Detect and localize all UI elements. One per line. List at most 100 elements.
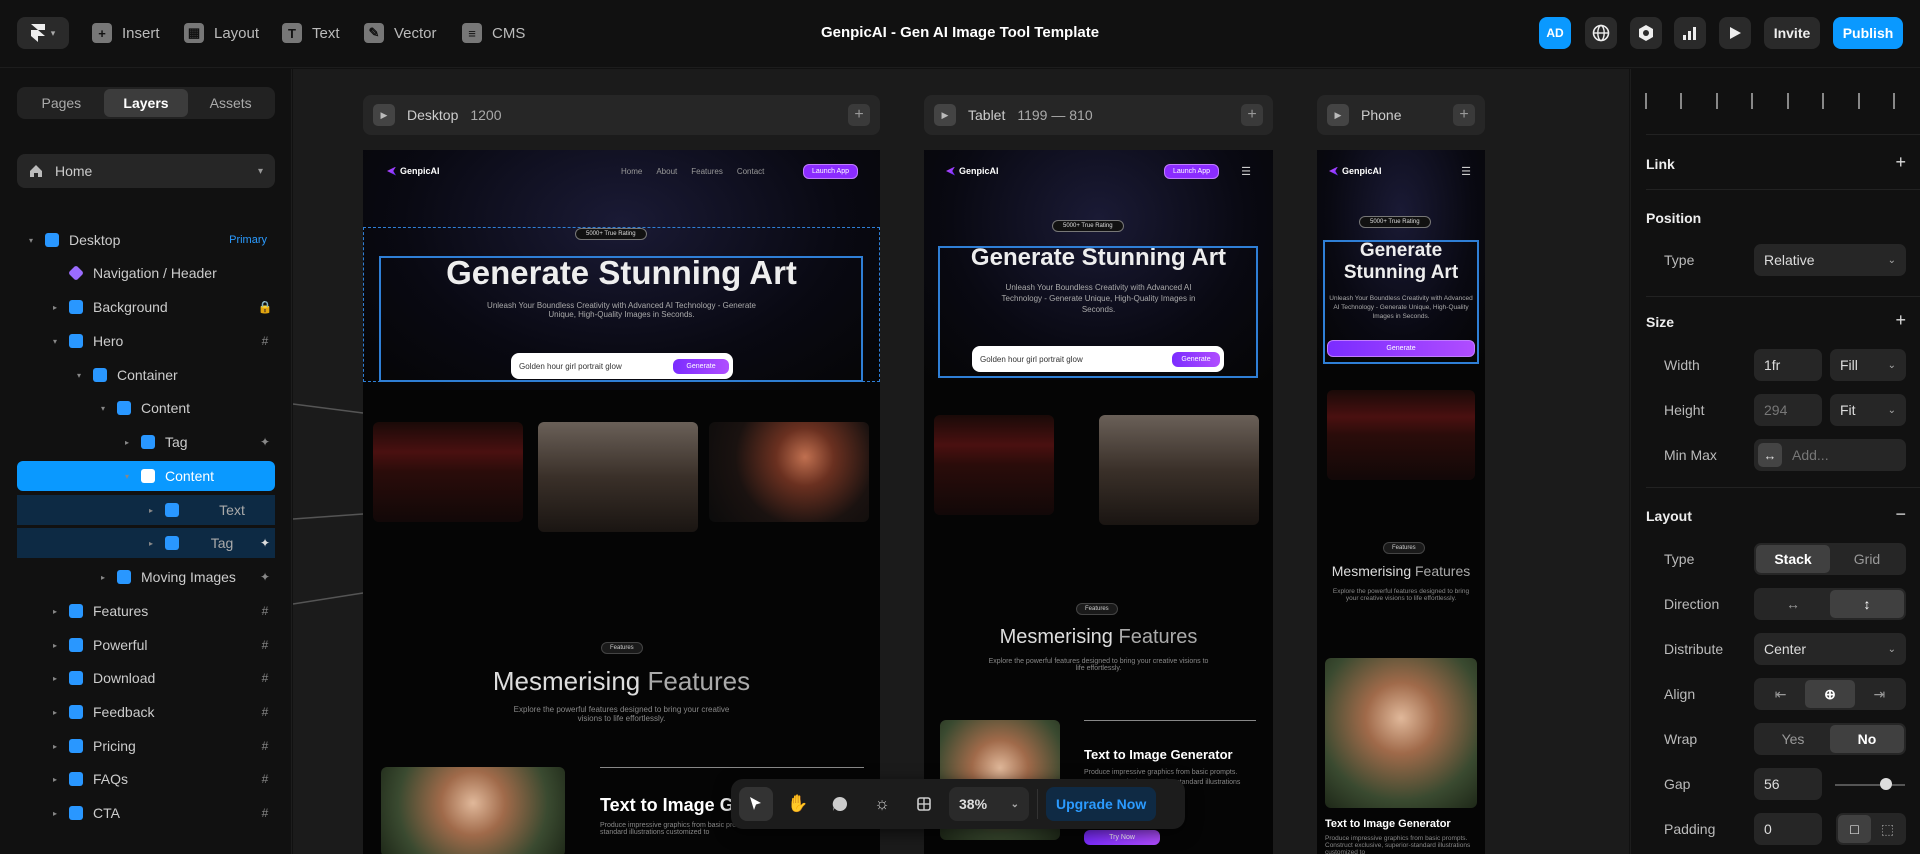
nav-link[interactable]: Home: [621, 167, 642, 176]
zoom-dropdown[interactable]: 38% ⌄: [949, 787, 1029, 821]
nav-link[interactable]: Features: [691, 167, 723, 176]
tab-pages[interactable]: Pages: [19, 89, 104, 117]
layer-row[interactable]: ▾ Desktop Primary: [17, 225, 275, 255]
layer-row[interactable]: ▸ Pricing #: [17, 731, 275, 761]
collapse-layout-icon[interactable]: −: [1895, 504, 1906, 525]
page-selector[interactable]: Home ▾: [17, 154, 275, 188]
layer-row[interactable]: ▸ Powerful #: [17, 630, 275, 660]
align-center-icon[interactable]: ⊕: [1805, 680, 1855, 708]
select-tool-icon[interactable]: [739, 787, 773, 821]
layer-row[interactable]: ▸ Features #: [17, 596, 275, 626]
upgrade-button[interactable]: Upgrade Now: [1046, 787, 1157, 821]
layer-caret-icon[interactable]: ▸: [97, 573, 109, 582]
layer-caret-icon[interactable]: ▾: [121, 472, 133, 481]
layer-row[interactable]: ▸ Background 🔒: [17, 292, 275, 322]
tab-layers[interactable]: Layers: [103, 89, 189, 117]
add-breakpoint-icon[interactable]: +: [1453, 104, 1475, 126]
minmax-input[interactable]: ↔ Add...: [1754, 439, 1906, 471]
play-icon[interactable]: ▶: [1327, 104, 1349, 126]
wrap-no-option[interactable]: No: [1830, 725, 1904, 753]
layer-row[interactable]: ▸ Feedback #: [17, 697, 275, 727]
add-size-icon[interactable]: +: [1895, 310, 1906, 331]
settings-icon[interactable]: [1630, 17, 1662, 49]
align-start-icon[interactable]: ⇤: [1756, 680, 1805, 708]
comment-icon[interactable]: [823, 787, 857, 821]
distribute-v-icon[interactable]: [1892, 93, 1907, 109]
layer-row[interactable]: ▸ FAQs #: [17, 764, 275, 794]
user-avatar[interactable]: AD: [1539, 17, 1571, 49]
layer-caret-icon[interactable]: ▾: [49, 337, 61, 346]
layer-caret-icon[interactable]: ▾: [97, 404, 109, 413]
layer-caret-icon[interactable]: ▾: [73, 371, 85, 380]
hash-icon[interactable]: #: [255, 638, 275, 652]
frame-header-desktop[interactable]: ▶ Desktop 1200 +: [363, 95, 880, 135]
hash-icon[interactable]: #: [255, 806, 275, 820]
layer-row[interactable]: ▾ Hero #: [17, 326, 275, 356]
height-mode-select[interactable]: Fit ⌄: [1830, 394, 1906, 426]
tablet-frame[interactable]: GenpicAI Launch App ☰ 5000+ True Rating …: [924, 150, 1273, 854]
sparkle-icon[interactable]: ✦: [255, 435, 275, 449]
distribute-select[interactable]: Center ⌄: [1754, 633, 1906, 665]
layer-caret-icon[interactable]: ▸: [49, 607, 61, 616]
padding-uniform-icon[interactable]: □: [1838, 815, 1871, 843]
layer-caret-icon[interactable]: ▸: [49, 742, 61, 751]
align-right-icon[interactable]: [1715, 93, 1730, 109]
frame-header-phone[interactable]: ▶ Phone +: [1317, 95, 1485, 135]
sparkle-icon[interactable]: ✦: [255, 536, 275, 550]
layer-caret-icon[interactable]: ▸: [145, 539, 157, 548]
layer-caret-icon[interactable]: ▸: [145, 506, 157, 515]
gap-input[interactable]: 56: [1754, 768, 1822, 800]
insert-button[interactable]: + Insert: [92, 20, 160, 46]
align-bottom-icon[interactable]: [1822, 93, 1836, 109]
add-link-icon[interactable]: +: [1895, 152, 1906, 173]
launch-app-button[interactable]: Launch App: [1164, 164, 1219, 179]
hand-tool-icon[interactable]: ✋: [781, 787, 815, 821]
frame-header-tablet[interactable]: ▶ Tablet 1199 — 810 +: [924, 95, 1273, 135]
layer-caret-icon[interactable]: ▸: [49, 674, 61, 683]
wrap-yes-option[interactable]: Yes: [1756, 725, 1830, 753]
desktop-frame[interactable]: GenpicAI Home About Features Contact Lau…: [363, 150, 880, 854]
hash-icon[interactable]: #: [255, 604, 275, 618]
hamburger-icon[interactable]: ☰: [1241, 165, 1251, 178]
align-center-h-icon[interactable]: [1680, 93, 1694, 109]
layer-row[interactable]: ▸ Text: [17, 495, 275, 525]
publish-button[interactable]: Publish: [1833, 17, 1903, 49]
direction-vertical-icon[interactable]: ↕: [1830, 590, 1904, 618]
vector-button[interactable]: ✎ Vector: [364, 20, 437, 46]
gap-slider-knob[interactable]: [1880, 778, 1892, 790]
align-end-icon[interactable]: ⇥: [1855, 680, 1904, 708]
layer-caret-icon[interactable]: ▸: [49, 641, 61, 650]
layer-caret-icon[interactable]: ▸: [49, 708, 61, 717]
lock-icon[interactable]: 🔒: [255, 300, 275, 314]
add-breakpoint-icon[interactable]: +: [1241, 104, 1263, 126]
position-type-select[interactable]: Relative ⌄: [1754, 244, 1906, 276]
distribute-h-icon[interactable]: [1857, 93, 1872, 109]
hash-icon[interactable]: #: [255, 705, 275, 719]
layer-row[interactable]: ▾ Container: [17, 360, 275, 390]
cms-button[interactable]: ≡ CMS: [462, 20, 525, 46]
hash-icon[interactable]: #: [255, 739, 275, 753]
padding-input[interactable]: 0: [1754, 813, 1822, 845]
layer-caret-icon[interactable]: ▾: [25, 236, 37, 245]
height-input[interactable]: 294: [1754, 394, 1822, 426]
hash-icon[interactable]: #: [255, 772, 275, 786]
theme-toggle-icon[interactable]: ☼: [865, 787, 899, 821]
phone-frame[interactable]: GenpicAI ☰ 5000+ True Rating Generate St…: [1317, 150, 1485, 854]
layout-stack-option[interactable]: Stack: [1756, 545, 1830, 573]
globe-icon[interactable]: [1585, 17, 1617, 49]
nav-link[interactable]: About: [656, 167, 677, 176]
nav-link[interactable]: Contact: [737, 167, 765, 176]
add-breakpoint-icon[interactable]: +: [848, 104, 870, 126]
hash-icon[interactable]: #: [255, 671, 275, 685]
layer-row[interactable]: Navigation / Header: [17, 258, 275, 288]
play-icon[interactable]: ▶: [373, 104, 395, 126]
layout-grid-option[interactable]: Grid: [1830, 545, 1904, 573]
invite-button[interactable]: Invite: [1764, 17, 1820, 49]
layout-button[interactable]: ▦ Layout: [184, 20, 259, 46]
layer-row[interactable]: ▸ Download #: [17, 663, 275, 693]
canvas[interactable]: ▶ Desktop 1200 + ▶ Tablet 1199 — 810 + ▶…: [293, 69, 1629, 854]
width-input[interactable]: 1fr: [1754, 349, 1822, 381]
align-top-icon[interactable]: [1751, 93, 1765, 109]
gap-slider-track[interactable]: [1835, 784, 1905, 786]
layer-caret-icon[interactable]: ▸: [121, 438, 133, 447]
